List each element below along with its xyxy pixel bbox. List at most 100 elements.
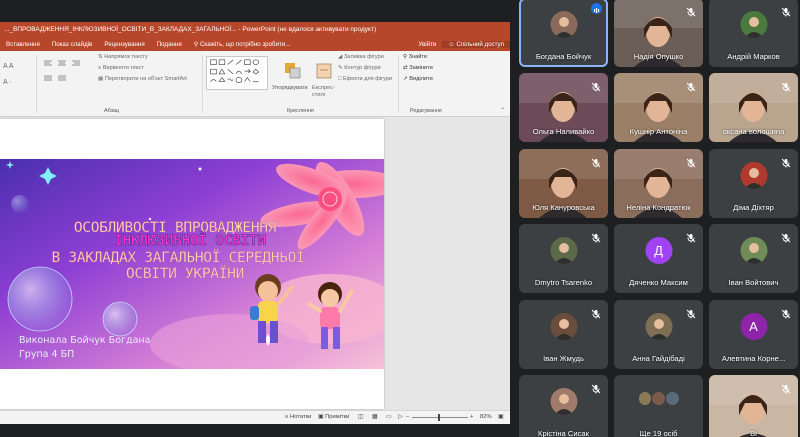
mic-off-icon: [591, 155, 601, 168]
participant-tile[interactable]: Ві: [709, 375, 798, 437]
participant-tile[interactable]: Ольга Наливайко: [519, 73, 608, 142]
participant-tile[interactable]: Діма Діхтяр: [709, 149, 798, 218]
group-label-paragraph: Абзац: [104, 108, 120, 114]
collapse-ribbon-icon[interactable]: ⌃: [500, 107, 505, 114]
participant-tile[interactable]: Анна Гайдібаді: [614, 300, 703, 369]
participant-name: Іван Войтович: [728, 278, 779, 287]
text-direction-label: Напрямок тексту: [104, 54, 148, 60]
text-direction-button[interactable]: ⇅ Напрямок тексту: [98, 54, 148, 60]
shape-fill-button[interactable]: ◢ Заливка фігури: [338, 54, 384, 60]
participant-tile[interactable]: Іван Войтович: [709, 224, 798, 293]
participant-tile[interactable]: Андрій Марков: [709, 0, 798, 67]
participant-tile[interactable]: Юля Канурoвська: [519, 149, 608, 218]
participant-name: Dmytro Tsarenko: [534, 278, 593, 287]
mic-off-icon: [591, 230, 601, 243]
participant-name: Анна Гайдібаді: [632, 354, 685, 363]
more-participants-avatars: [638, 392, 679, 408]
notes-label: Нотатки: [290, 414, 312, 420]
shared-powerpoint-window: ..._ВПРОВАДЖЕННЯ_ІНКЛЮЗИВНОЇ_ОСВІТИ_В_ЗА…: [0, 22, 510, 424]
participant-tile[interactable]: А Алевтина Корне...: [709, 300, 798, 369]
smartart-icon: ▦: [98, 76, 105, 82]
participant-name: Дяченко Максим: [629, 278, 688, 287]
participant-tile[interactable]: Крістіна Сисак: [519, 375, 608, 437]
svg-text:A A: A A: [3, 63, 14, 70]
arrange-icon[interactable]: [283, 61, 303, 81]
zoom-level[interactable]: 82%: [480, 414, 492, 420]
mic-off-icon: [686, 4, 696, 17]
align-text-label: Вирівняти текст: [102, 65, 144, 71]
participant-tile[interactable]: Неліна Кондратюк: [614, 149, 703, 218]
quick-styles-button[interactable]: Експрес-стилі: [312, 85, 338, 99]
normal-view-icon[interactable]: ◫: [358, 414, 363, 420]
participant-tile[interactable]: Ще 19 осіб: [614, 375, 703, 437]
sign-in-link[interactable]: Увійти: [412, 41, 442, 48]
mic-off-icon: [686, 79, 696, 92]
slide-author: Виконала Бойчук Богдана: [19, 335, 151, 346]
participant-tile[interactable]: Богдана Бойчук: [519, 0, 608, 67]
participant-name: Богдана Бойчук: [535, 52, 592, 61]
zoom-slider-thumb[interactable]: [438, 414, 440, 421]
participant-tile[interactable]: Д Дяченко Максим: [614, 224, 703, 293]
participant-tile[interactable]: Іван Жмудь: [519, 300, 608, 369]
shape-outline-button[interactable]: ✎ Контур фігури: [338, 65, 381, 71]
participant-tile[interactable]: оксана волошина: [709, 73, 798, 142]
replace-button[interactable]: ⇄ Замінити: [403, 65, 433, 71]
slideshow-icon[interactable]: ▷: [398, 414, 402, 420]
ribbon-separator: [398, 55, 399, 113]
avatar: [740, 237, 767, 264]
quick-styles-icon[interactable]: [314, 61, 334, 81]
window-title: ..._ВПРОВАДЖЕННЯ_ІНКЛЮЗИВНОЇ_ОСВІТИ_В_ЗА…: [0, 22, 510, 37]
notes-button[interactable]: ≡ Нотатки: [285, 414, 311, 420]
participant-tile[interactable]: Dmytro Tsarenko: [519, 224, 608, 293]
tab-view[interactable]: Подання: [151, 41, 188, 48]
participant-name: Ще 19 осіб: [639, 429, 678, 437]
slide-group: Група 4 БП: [19, 349, 75, 360]
mic-off-icon: [686, 306, 696, 319]
mic-off-icon: [781, 4, 791, 17]
shape-effects-button[interactable]: □ Ефекти для фігури: [338, 76, 392, 82]
zoom-out-icon[interactable]: –: [406, 414, 409, 420]
participant-name: Ольга Наливайко: [532, 127, 595, 136]
slide-author-block[interactable]: Виконала Бойчук Богдана Група 4 БП: [19, 334, 150, 362]
tab-slideshow[interactable]: Показ слайдів: [46, 41, 99, 48]
tell-me-box[interactable]: ⚲ Скажіть, що потрібно зробити...: [188, 41, 297, 48]
paragraph-align-icons[interactable]: [42, 58, 94, 90]
convert-smartart-label: Перетворити на об'єкт SmartArt: [104, 76, 187, 82]
comments-button[interactable]: ▣ Примітки: [318, 414, 349, 420]
align-text-button[interactable]: ≡ Вирівняти текст: [98, 65, 144, 71]
select-button[interactable]: ↗ Виділити: [403, 76, 433, 82]
find-label: Знайти: [408, 54, 428, 60]
participant-name: Крістіна Сисак: [538, 429, 589, 437]
ribbon: A A A · ⇅ Напрямок тексту ≡ Вирівняти те…: [0, 51, 510, 117]
shapes-gallery[interactable]: [206, 56, 268, 90]
zoom-in-icon[interactable]: +: [470, 414, 473, 420]
tell-me-text: Скажіть, що потрібно зробити...: [199, 40, 291, 48]
slide-title-line-3[interactable]: В ЗАКЛАДАХ ЗАГАЛЬНОЇ СЕРЕДНЬОЇ: [18, 250, 338, 266]
arrange-button[interactable]: Упорядкувати: [272, 85, 308, 91]
group-label-editing: Редагування: [410, 108, 442, 114]
participant-name: Неліна Кондратюк: [626, 203, 691, 212]
reading-view-icon[interactable]: ▭: [386, 414, 391, 420]
tab-insert[interactable]: Вставлення: [0, 41, 46, 48]
fit-slide-icon[interactable]: ▣: [498, 414, 503, 420]
share-button[interactable]: ☺ Спільний доступ: [442, 40, 510, 48]
avatar-letter: А: [740, 313, 767, 340]
replace-label: Замінити: [409, 65, 433, 71]
participant-tile[interactable]: Надія Опушко: [614, 0, 703, 67]
participant-name: Іван Жмудь: [543, 354, 584, 363]
tab-review[interactable]: Рецензування: [98, 41, 150, 48]
participant-name: Алевтина Корне...: [721, 354, 786, 363]
shape-outline-label: Контур фігури: [344, 65, 381, 71]
group-label-drawing: Креслення: [287, 108, 314, 114]
slide-title-line-4[interactable]: ОСВІТИ УКРАЇНИ: [80, 266, 290, 282]
participant-name: оксана волошина: [722, 127, 785, 136]
convert-smartart-button[interactable]: ▦ Перетворити на об'єкт SmartArt: [98, 76, 187, 82]
participant-tile[interactable]: Кушнір Антоніна: [614, 73, 703, 142]
ribbon-separator: [202, 55, 203, 113]
slide-title-line-2[interactable]: ІНКЛЮЗИВНОЇ ОСВІТИ: [40, 233, 340, 250]
slide[interactable]: ОСОБЛИВОСТІ ВПРОВАДЖЕННЯ ІНКЛЮЗИВНОЇ ОСВ…: [0, 119, 384, 409]
slide-sorter-icon[interactable]: ▦: [372, 414, 377, 420]
zoom-slider[interactable]: [412, 417, 468, 418]
find-button[interactable]: ⚲ Знайти: [403, 54, 427, 60]
shape-effects-label: Ефекти для фігури: [342, 76, 393, 82]
